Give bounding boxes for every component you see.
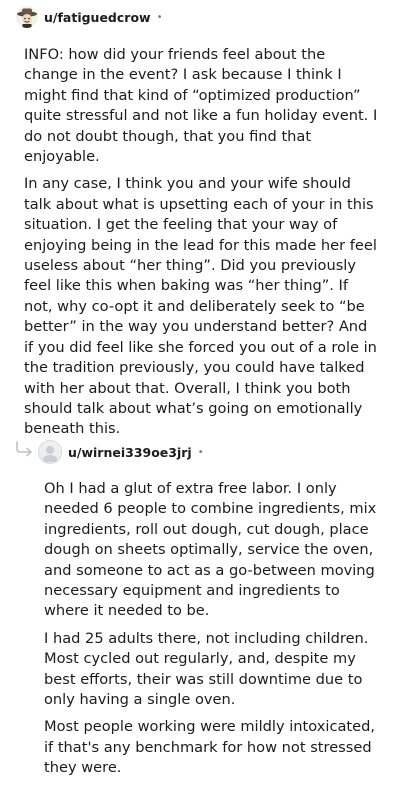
comment-header: u/wirnei339oe3jrj • — [38, 440, 204, 464]
comment-body: Oh I had a glut of extra free labor. I o… — [44, 479, 384, 786]
username[interactable]: u/fatiguedcrow — [44, 10, 151, 25]
comment-header: u/fatiguedcrow • — [16, 6, 163, 28]
reply-arrow-icon — [14, 441, 36, 461]
comment-paragraph: Oh I had a glut of extra free labor. I o… — [44, 480, 377, 620]
separator-dot: • — [156, 11, 163, 23]
cowboy-cartoon-avatar-icon[interactable] — [16, 6, 38, 28]
separator-dot: • — [197, 446, 204, 458]
username[interactable]: u/wirnei339oe3jrj — [68, 445, 192, 460]
comment-paragraph: Most people working were mildly intoxica… — [44, 718, 376, 777]
comment-body: INFO: how did your friends feel about th… — [24, 45, 380, 447]
comment-paragraph: INFO: how did your friends feel about th… — [24, 46, 378, 166]
comment-paragraph: In any case, I think you and your wife s… — [24, 175, 377, 438]
comment-paragraph: I had 25 adults there, not including chi… — [44, 629, 369, 709]
default-user-avatar-icon[interactable] — [38, 440, 62, 464]
